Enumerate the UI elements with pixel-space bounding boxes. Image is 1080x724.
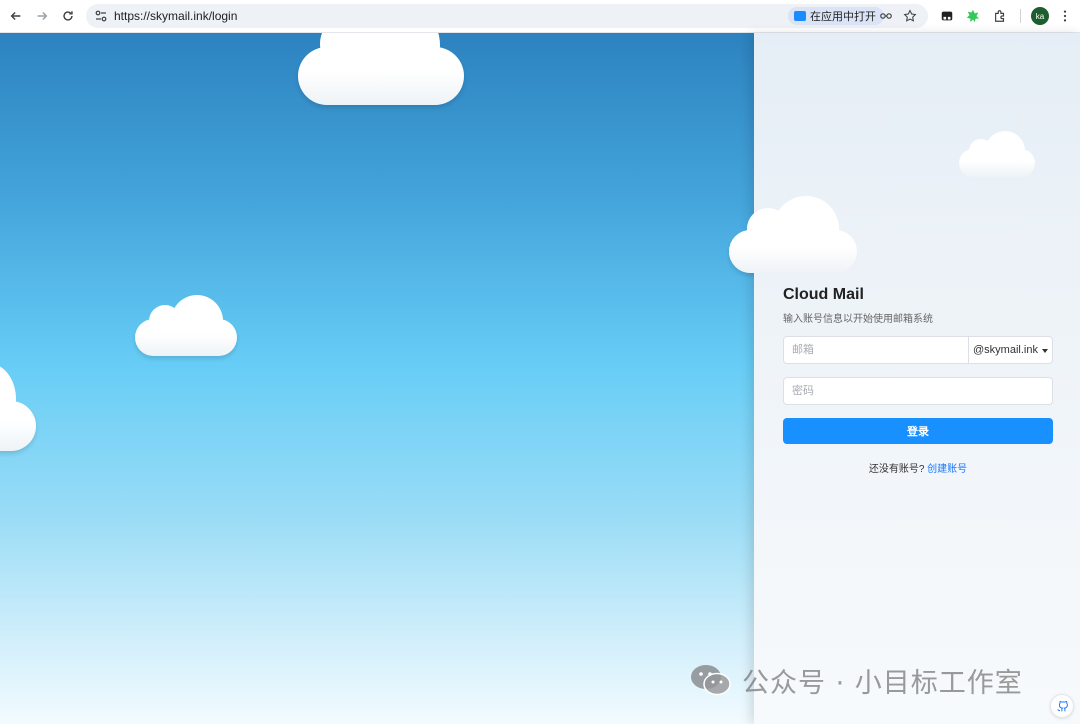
no-account-text: 还没有账号? xyxy=(868,464,928,475)
puzzle-icon[interactable] xyxy=(991,7,1009,25)
forward-icon[interactable] xyxy=(32,6,52,26)
cloud-image xyxy=(135,293,237,356)
domain-select[interactable]: @skymail.ink xyxy=(968,337,1052,363)
reload-icon[interactable] xyxy=(58,6,78,26)
register-prompt: 还没有账号? 创建账号 xyxy=(783,460,1053,475)
feedback-button[interactable] xyxy=(1050,694,1074,718)
menu-icon[interactable] xyxy=(1056,7,1074,25)
address-bar[interactable]: https://skymail.ink/login 在应用中打开 xyxy=(86,4,928,28)
browser-toolbar: https://skymail.ink/login 在应用中打开 ka xyxy=(0,0,1080,33)
back-icon[interactable] xyxy=(6,6,26,26)
password-input[interactable] xyxy=(783,377,1053,405)
watermark-text: 公众号 · 小目标工作室 xyxy=(742,667,1023,699)
email-field-group: @skymail.ink xyxy=(783,336,1053,364)
github-icon xyxy=(1056,700,1068,711)
url-text[interactable]: https://skymail.ink/login xyxy=(114,9,237,23)
domain-select-value: @skymail.ink xyxy=(973,344,1038,356)
wechat-icon xyxy=(691,665,731,696)
open-in-app-button[interactable]: 在应用中打开 xyxy=(788,7,884,25)
login-button[interactable]: 登录 xyxy=(783,418,1053,444)
email-input[interactable] xyxy=(784,337,968,363)
sky-background xyxy=(0,33,754,724)
extension-green-icon[interactable] xyxy=(964,7,982,25)
open-in-app-label: 在应用中打开 xyxy=(810,11,876,23)
page-subtitle: 输入账号信息以开始使用邮箱系统 xyxy=(783,314,933,325)
cloud-image xyxy=(959,131,1035,177)
profile-avatar[interactable]: ka xyxy=(1031,7,1049,25)
extension-icon[interactable] xyxy=(938,7,956,25)
password-key-icon[interactable] xyxy=(878,8,894,24)
cloud-image xyxy=(729,196,857,273)
cloud-image xyxy=(0,363,36,451)
create-account-link[interactable]: 创建账号 xyxy=(927,464,967,475)
site-info-icon[interactable] xyxy=(94,9,108,23)
cloud-image xyxy=(298,33,464,105)
toolbar-divider xyxy=(1020,9,1021,23)
page-title: Cloud Mail xyxy=(783,286,864,303)
login-panel: Cloud Mail 输入账号信息以开始使用邮箱系统 @skymail.ink … xyxy=(729,33,1080,724)
app-icon xyxy=(794,11,806,21)
caret-down-icon xyxy=(1041,348,1048,353)
watermark: 公众号 · 小目标工作室 xyxy=(690,662,1023,699)
bookmark-star-icon[interactable] xyxy=(902,8,918,24)
